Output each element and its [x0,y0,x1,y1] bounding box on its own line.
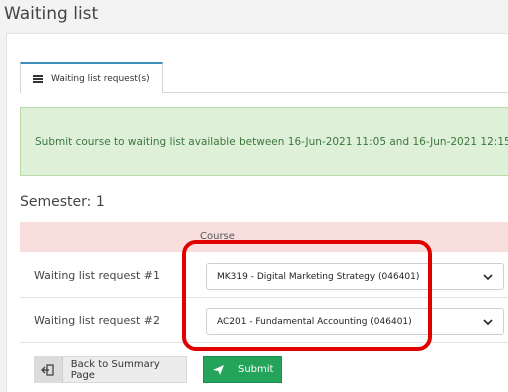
chevron-down-icon [483,319,493,326]
tab-label: Waiting list request(s) [51,73,150,84]
back-label: Back to Summary Page [70,358,160,381]
request-label: Waiting list request #1 [34,269,160,282]
back-to-summary-button[interactable]: Back to Summary Page [34,356,187,383]
submit-label: Submit [238,364,274,375]
info-alert: Submit course to waiting list available … [20,107,508,176]
page-title: Waiting list [4,4,99,24]
exit-icon [35,356,63,383]
semester-heading: Semester: 1 [20,194,105,210]
alert-text: Submit course to waiting list available … [35,135,508,148]
chevron-down-icon [483,274,493,281]
request-label: Waiting list request #2 [34,314,160,327]
tab-waiting-list-requests[interactable]: Waiting list request(s) [20,62,163,93]
red-highlight-annotation [182,240,432,351]
submit-button[interactable]: Submit [203,356,282,383]
send-icon [204,356,232,383]
menu-icon [33,74,43,83]
